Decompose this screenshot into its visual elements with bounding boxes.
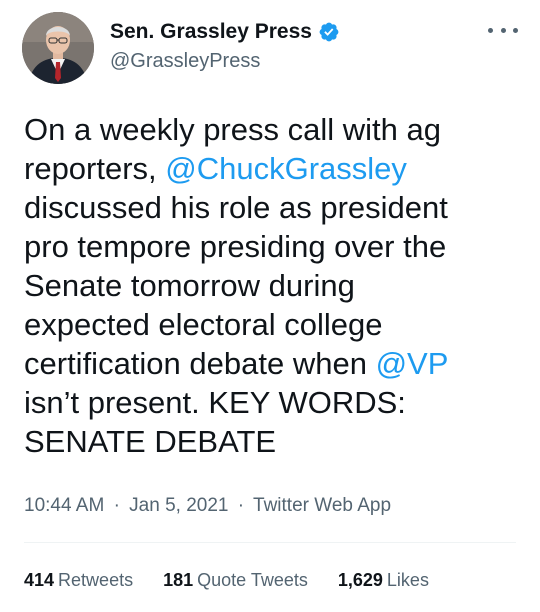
- tweet-line: Senate tomorrow during: [24, 268, 355, 303]
- mention-link-chuckgrassley[interactable]: @ChuckGrassley: [165, 151, 407, 186]
- retweets-label: Retweets: [58, 570, 134, 590]
- tweet-stats: 414 Retweets 181 Quote Tweets 1,629 Likes: [24, 570, 459, 591]
- avatar[interactable]: [22, 12, 94, 84]
- tweet-text: On a weekly press call with ag reporters…: [24, 110, 524, 461]
- tweet-line: certification debate when @VP: [24, 346, 449, 381]
- tweet-line: pro tempore presiding over the: [24, 229, 447, 264]
- retweets-stat[interactable]: 414 Retweets: [24, 570, 133, 591]
- tweet-source[interactable]: Twitter Web App: [253, 495, 391, 516]
- mention-link-vp[interactable]: @VP: [376, 346, 449, 381]
- quote-tweets-label: Quote Tweets: [197, 570, 308, 590]
- quote-tweets-count: 181: [163, 570, 194, 590]
- likes-label: Likes: [386, 570, 429, 590]
- verified-badge-icon: [318, 21, 340, 43]
- author-display-name[interactable]: Sen. Grassley Press: [110, 20, 312, 44]
- tweet-line: reporters, @ChuckGrassley: [24, 151, 407, 186]
- tweet-meta: 10:44 AM · Jan 5, 2021 · Twitter Web App: [24, 495, 391, 517]
- author-name-row: Sen. Grassley Press: [110, 18, 340, 46]
- tweet-line: isn’t present. KEY WORDS:: [24, 385, 406, 420]
- likes-stat[interactable]: 1,629 Likes: [338, 570, 429, 591]
- author-handle[interactable]: @GrassleyPress: [110, 50, 260, 73]
- meta-separator: ·: [113, 495, 120, 516]
- likes-count: 1,629: [337, 570, 383, 590]
- meta-separator: ·: [237, 495, 245, 516]
- tweet-line: On a weekly press call with ag: [24, 112, 441, 147]
- quote-tweets-stat[interactable]: 181 Quote Tweets: [163, 570, 308, 591]
- retweets-count: 414: [24, 570, 55, 590]
- divider: [24, 542, 516, 543]
- tweet-line: discussed his role as president: [24, 190, 448, 225]
- tweet-line: SENATE DEBATE: [24, 424, 277, 459]
- more-options-icon[interactable]: [488, 20, 518, 40]
- tweet-line: expected electoral college: [24, 307, 383, 342]
- tweet-date[interactable]: Jan 5, 2021: [129, 495, 228, 516]
- avatar-image: [22, 12, 94, 84]
- tweet-time[interactable]: 10:44 AM: [24, 495, 104, 516]
